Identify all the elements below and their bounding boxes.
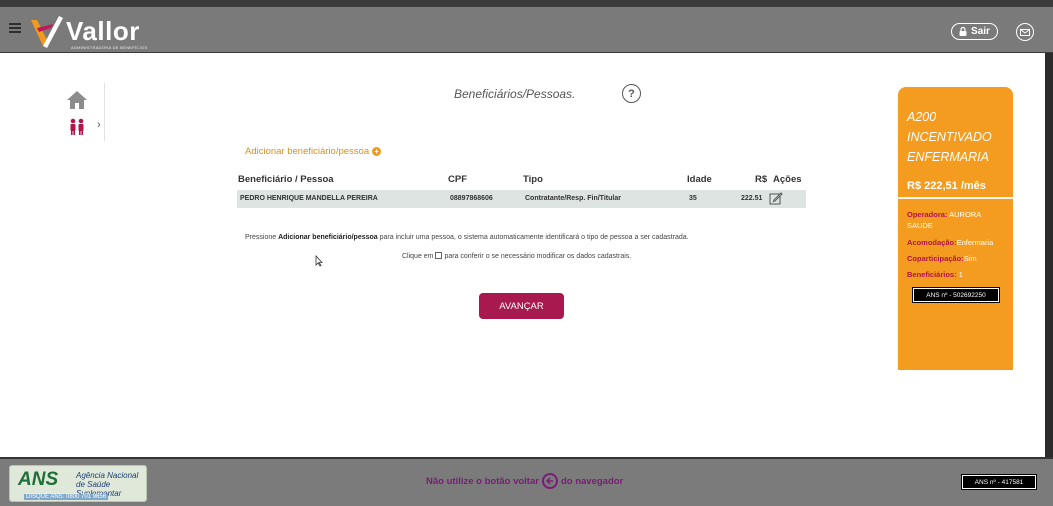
brand-logo[interactable]: Vallor ADMINISTRADORA DE BENEFÍCIOS <box>29 14 149 54</box>
scrollbar[interactable] <box>1045 53 1053 457</box>
plan-name: A200 INCENTIVADO ENFERMARIA <box>907 110 992 164</box>
top-bar: Vallor ADMINISTRADORA DE BENEFÍCIOS Sair <box>0 0 1053 52</box>
cell-type: Contratante/Resp. Fin/Titular <box>525 195 621 202</box>
ans-phone: DISQUE ANS: 0800 701 9656 <box>24 494 109 500</box>
instruction-text: Pressione Adicionar beneficiário/pessoa … <box>245 234 689 241</box>
page-title: Beneficiários/Pessoas. <box>454 87 576 101</box>
col-cpf-header: CPF <box>448 174 467 185</box>
home-icon[interactable] <box>66 90 88 110</box>
ans-logo[interactable]: ANS Agência Nacional de Saúde Suplementa… <box>9 465 147 502</box>
edit-icon[interactable] <box>769 191 783 205</box>
chevron-right-icon[interactable]: › <box>97 119 101 131</box>
plan-divider <box>898 197 1013 199</box>
next-button[interactable]: AVANÇAR <box>479 293 564 319</box>
plan-summary-card: A200 INCENTIVADO ENFERMARIA R$ 222,51 /m… <box>898 87 1013 370</box>
cell-cpf: 08897868606 <box>450 195 493 202</box>
cell-value: 222.51 <box>741 195 763 202</box>
back-arrow-icon <box>541 473 558 489</box>
footer: ANS Agência Nacional de Saúde Suplementa… <box>0 457 1053 506</box>
people-icon[interactable] <box>68 118 86 136</box>
brand-name: Vallor <box>66 16 140 46</box>
back-warning: Não utilize o botão voltar do navegador <box>426 473 623 489</box>
menu-icon[interactable] <box>9 23 21 33</box>
col-name-header: Beneficiário / Pessoa <box>238 174 334 185</box>
plus-circle-icon: + <box>372 147 382 156</box>
logout-label: Sair <box>971 26 990 37</box>
table-row: PEDRO HENRIQUE MANDELLA PEREIRA 08897868… <box>237 190 806 208</box>
edit-small-icon <box>434 252 442 259</box>
table-header: Beneficiário / Pessoa CPF Tipo Idade R$ … <box>237 171 806 189</box>
plan-operadora: Operadora: AURORA SAUDE <box>907 210 981 230</box>
cell-age: 35 <box>689 195 697 202</box>
col-actions-header: Ações <box>773 174 802 185</box>
sidebar-divider <box>104 83 105 141</box>
logout-button[interactable]: Sair <box>951 23 998 40</box>
mail-icon[interactable] <box>1016 23 1034 41</box>
add-beneficiary-link[interactable]: Adicionar beneficiário/pessoa + <box>245 146 382 157</box>
plan-beneficiarios: Beneficiários: 1 <box>907 270 963 279</box>
vallor-logo-icon <box>31 16 63 48</box>
ans-logo-text: ANS <box>18 469 59 490</box>
add-beneficiary-label: Adicionar beneficiário/pessoa <box>245 146 370 157</box>
brand-subtitle: ADMINISTRADORA DE BENEFÍCIOS <box>71 45 148 50</box>
main-content: › Beneficiários/Pessoas. ? Adicionar ben… <box>0 53 1045 457</box>
col-type-header: Tipo <box>523 174 543 185</box>
plan-coparticipacao: Coparticipação:Sim <box>907 254 977 263</box>
plan-ans-badge: ANS nº - 502692250 <box>912 287 1000 303</box>
mouse-cursor-icon <box>315 255 323 267</box>
beneficiaries-table: Beneficiário / Pessoa CPF Tipo Idade R$ … <box>237 171 806 208</box>
cell-name: PEDRO HENRIQUE MANDELLA PEREIRA <box>240 195 378 202</box>
lock-icon <box>959 26 967 36</box>
edit-instruction-text: Clique em para conferir o se necessário … <box>402 252 632 260</box>
help-icon[interactable]: ? <box>622 84 641 103</box>
plan-price: R$ 222,51 /mês <box>907 180 986 192</box>
col-age-header: Idade <box>687 174 712 185</box>
footer-ans-badge: ANS nº - 417581 <box>961 474 1037 490</box>
plan-acomodacao: Acomodação:Enfermaria <box>907 238 994 247</box>
col-currency-header: R$ <box>755 174 768 185</box>
